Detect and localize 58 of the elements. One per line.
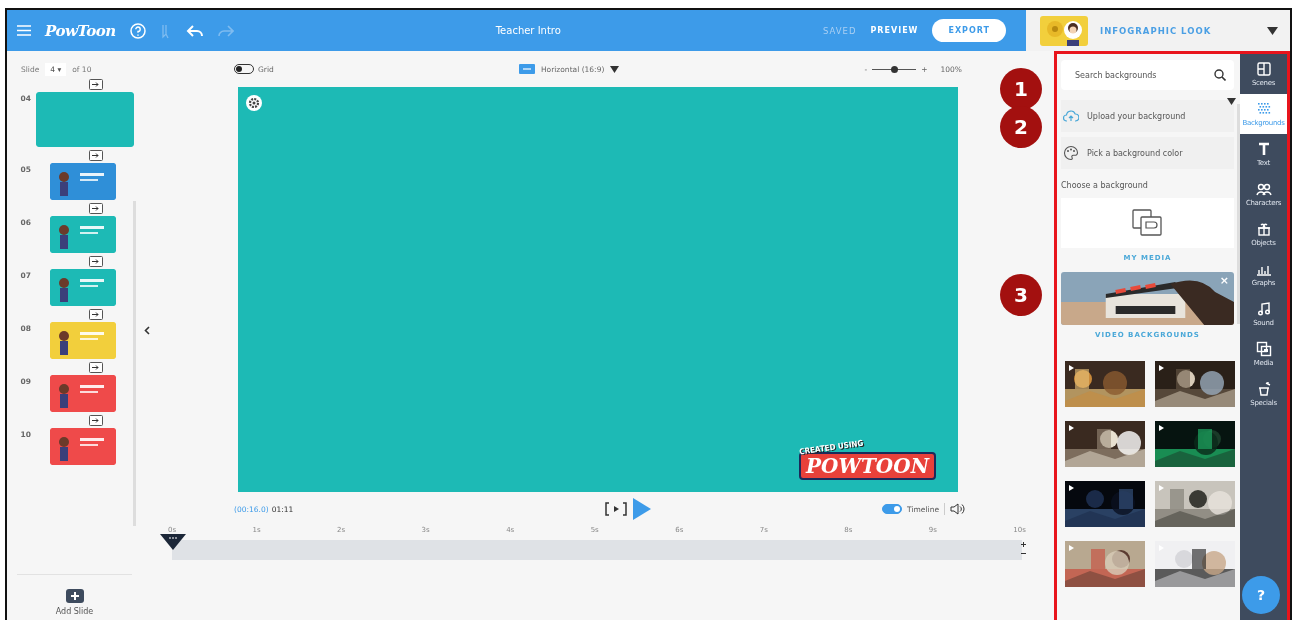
add-slide-label[interactable]: Add Slide [55,607,94,616]
dropdown-icon[interactable] [1227,98,1236,105]
settings-icon[interactable] [246,95,262,111]
scrollbar[interactable] [1237,104,1240,324]
objects-icon [1255,221,1272,237]
style-thumbnail-icon [1040,15,1088,46]
cloud-upload-icon [1063,110,1079,122]
dropdown-icon[interactable] [1267,26,1278,35]
slide-thumbnail[interactable] [49,216,116,253]
play-scene-icon[interactable] [604,502,627,516]
transition-icon[interactable] [89,415,103,426]
slide-thumbnail[interactable] [49,428,116,465]
collapse-icon[interactable] [144,326,150,335]
backgrounds-icon [1255,101,1272,117]
slide-thumbnail[interactable] [49,322,116,359]
aspect-icon[interactable] [518,64,535,74]
palette-icon [1063,145,1079,161]
slide-thumbnail[interactable] [35,92,134,147]
slider-thumb[interactable] [891,65,899,73]
timeline-toggle[interactable] [882,504,903,514]
search-field[interactable]: Search backgrounds [1061,60,1234,90]
play-icon[interactable] [632,498,651,520]
slide-canvas[interactable]: CREATED USING POWTOON [238,87,958,492]
timeline-track[interactable] [172,540,1022,560]
zoom-in-icon[interactable] [1021,542,1026,547]
scenes-icon [1255,61,1272,77]
add-slide-button[interactable] [65,589,84,603]
slide-thumbnail[interactable] [49,163,116,200]
transition-icon[interactable] [89,309,103,320]
transition-icon[interactable] [89,203,103,214]
save-status: SAVED [822,25,857,36]
callout-number: 1 [1000,68,1042,110]
playhead-handle[interactable] [160,534,186,550]
search-icon[interactable] [1214,69,1226,81]
media-icon [1130,208,1165,238]
transition-icon[interactable] [89,362,103,373]
menu-icon[interactable] [17,25,31,36]
transition-icon[interactable] [89,150,103,161]
transition-icon[interactable] [89,256,103,267]
media-icon [1255,341,1272,357]
sound-icon [1255,301,1272,317]
zoom-out-icon[interactable] [1021,551,1026,556]
upload-background-button[interactable]: Upload your background [1061,100,1234,132]
characters-icon [1255,181,1272,197]
undo-icon[interactable] [185,23,204,38]
transition-icon[interactable] [89,79,103,90]
pick-color-button[interactable]: Pick a background color [1061,137,1234,169]
slide-thumbnail[interactable] [49,269,116,306]
search-input[interactable]: Search backgrounds [1073,69,1208,81]
callout-number: 3 [1000,274,1042,316]
dropdown-icon[interactable] [610,65,620,73]
my-media-card[interactable] [1061,198,1234,248]
volume-icon[interactable] [950,503,966,515]
help-icon[interactable] [129,22,146,39]
slide-thumbnail[interactable] [49,375,116,412]
section-heading: Choose a background [1061,181,1149,190]
plus-icon [70,592,79,600]
callout-number: 2 [1000,106,1042,148]
